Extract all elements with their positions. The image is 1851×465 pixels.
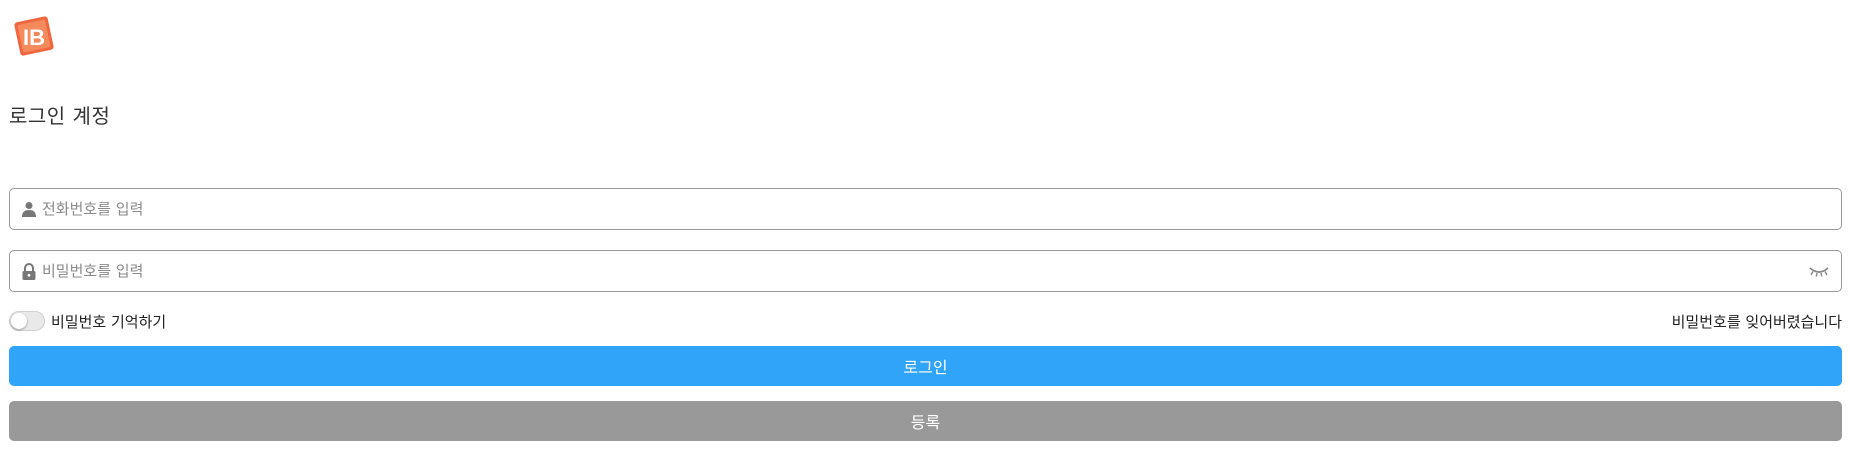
svg-text:IB: IB <box>23 25 45 50</box>
lock-icon <box>20 262 38 280</box>
user-icon <box>20 200 38 218</box>
login-button[interactable]: 로그인 <box>9 346 1842 386</box>
eye-closed-icon[interactable] <box>1807 262 1831 280</box>
register-button[interactable]: 등록 <box>9 401 1842 441</box>
phone-field[interactable] <box>9 188 1842 230</box>
page-title: 로그인 계정 <box>9 104 111 128</box>
password-input[interactable] <box>42 251 1807 291</box>
toggle-switch[interactable] <box>9 311 45 331</box>
login-options: 비밀번호 기억하기 비밀번호를 잊어버렸습니다 <box>9 310 1842 332</box>
password-field[interactable] <box>9 250 1842 292</box>
forgot-password-link[interactable]: 비밀번호를 잊어버렸습니다 <box>1672 311 1842 332</box>
ib-logo-icon: IB <box>12 14 56 58</box>
remember-password-label: 비밀번호 기억하기 <box>51 312 167 331</box>
login-page: IB 로그인 계정 전화번호를 입력 비밀번호 기억하기 비밀번호를 잊어버렸습… <box>0 0 1851 465</box>
toggle-knob <box>11 313 27 329</box>
remember-password-toggle[interactable]: 비밀번호 기억하기 <box>9 311 166 332</box>
phone-input[interactable] <box>42 189 1841 229</box>
